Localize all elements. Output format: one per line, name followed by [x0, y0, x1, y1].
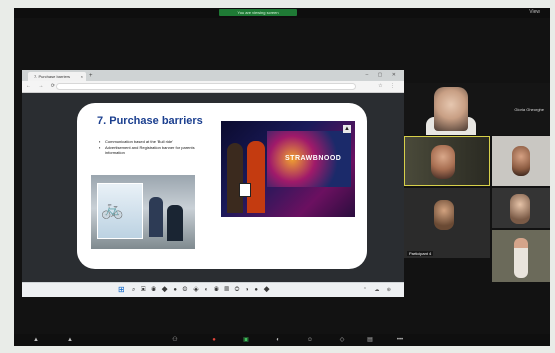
slide-bullets: Communication based at the 'Bull ride' A…: [99, 139, 199, 156]
record-icon[interactable]: ◐: [272, 335, 284, 345]
window-controls[interactable]: – ▢ ✕: [366, 71, 400, 80]
start-icon[interactable]: ⊞: [118, 285, 125, 295]
banner-text: STRAWBNOOD: [285, 155, 342, 162]
participant-avatar: [434, 87, 468, 131]
shared-browser-window: 7. Purchase barriers × + – ▢ ✕ ← → ⟳ ☆ ⋮…: [22, 70, 404, 297]
participant-tile[interactable]: [492, 230, 550, 282]
logo-icon: ▲: [343, 125, 351, 133]
new-tab-button[interactable]: +: [89, 72, 93, 81]
address-bar: ← → ⟳ ☆ ⋮: [22, 81, 404, 93]
bullet-item: Communication based at the 'Bull ride': [99, 139, 199, 144]
system-tray[interactable]: ⌃ ☁ ⊕: [363, 285, 394, 295]
meeting-control-bar: ▲ ▲ ⚇ ● ▣ ◐ ☺ ◇ ▤ •••: [14, 334, 550, 346]
more-icon[interactable]: •••: [392, 335, 408, 345]
bicycle-icon: 🚲: [101, 199, 124, 219]
reactions-icon[interactable]: ☺: [304, 335, 316, 345]
screen-share-indicator[interactable]: You are viewing screen: [219, 9, 297, 16]
participant-tile[interactable]: [492, 188, 550, 228]
taskbar-app-icons[interactable]: ⌕ ▣ ◉ ◆ ● ◍ ◈ ◐ ◉ ▤ ◎ ◑ ● ◆: [132, 285, 272, 295]
participant-avatar: [431, 145, 455, 179]
participant-avatar: [514, 238, 528, 278]
whiteboard-icon[interactable]: ▤: [364, 335, 376, 345]
view-button[interactable]: View: [529, 9, 540, 16]
tab-close-icon[interactable]: ×: [81, 72, 83, 81]
participant-avatar: [510, 194, 530, 224]
participant-avatar: [434, 200, 454, 230]
meeting-window: You are viewing screen View 7. Purchase …: [14, 8, 550, 346]
bullet-item: Advertisement and Registration banner fo…: [99, 145, 199, 155]
participant-tile-active-speaker[interactable]: [404, 136, 490, 186]
browser-tab[interactable]: 7. Purchase barriers ×: [28, 72, 86, 81]
share-icon[interactable]: ▣: [240, 335, 252, 345]
tab-title: 7. Purchase barriers: [34, 74, 71, 79]
participant-name: Participant 4: [407, 251, 434, 256]
meeting-top-bar: You are viewing screen View: [14, 8, 550, 18]
qr-code-icon: [239, 183, 251, 197]
nav-buttons[interactable]: ← → ⟳: [26, 82, 58, 91]
participants-icon[interactable]: ⚇: [169, 335, 181, 345]
page-content: 7. Purchase barriers Communication based…: [22, 93, 404, 283]
toolbar-icons[interactable]: ☆ ⋮: [378, 82, 398, 91]
participant-tile[interactable]: [492, 136, 550, 186]
video-icon[interactable]: ▲: [64, 335, 76, 345]
participant-avatar: [512, 146, 530, 176]
tab-strip: 7. Purchase barriers × + – ▢ ✕: [22, 70, 404, 81]
slide-photo-banner: STRAWBNOOD ▲: [221, 121, 355, 217]
slide-photo-bike-poster: 🚲: [91, 175, 195, 249]
apps-icon[interactable]: ◇: [336, 335, 348, 345]
chat-icon[interactable]: ●: [208, 335, 220, 345]
person-figure: [149, 197, 163, 237]
participant-tile-host[interactable]: Gloria Gheorghe: [404, 83, 550, 135]
presentation-slide: 7. Purchase barriers Communication based…: [77, 103, 367, 269]
url-input[interactable]: [56, 83, 356, 90]
mute-icon[interactable]: ▲: [30, 335, 42, 345]
person-figure: [167, 205, 183, 241]
windows-taskbar: ⊞ ⌕ ▣ ◉ ◆ ● ◍ ◈ ◐ ◉ ▤ ◎ ◑ ● ◆ ⌃ ☁ ⊕: [22, 282, 404, 297]
participant-tile[interactable]: Participant 4: [404, 188, 490, 258]
person-figure: [247, 141, 265, 213]
slide-title: 7. Purchase barriers: [97, 115, 203, 127]
person-figure: [227, 143, 243, 213]
participant-name: Gloria Gheorghe: [514, 107, 544, 112]
